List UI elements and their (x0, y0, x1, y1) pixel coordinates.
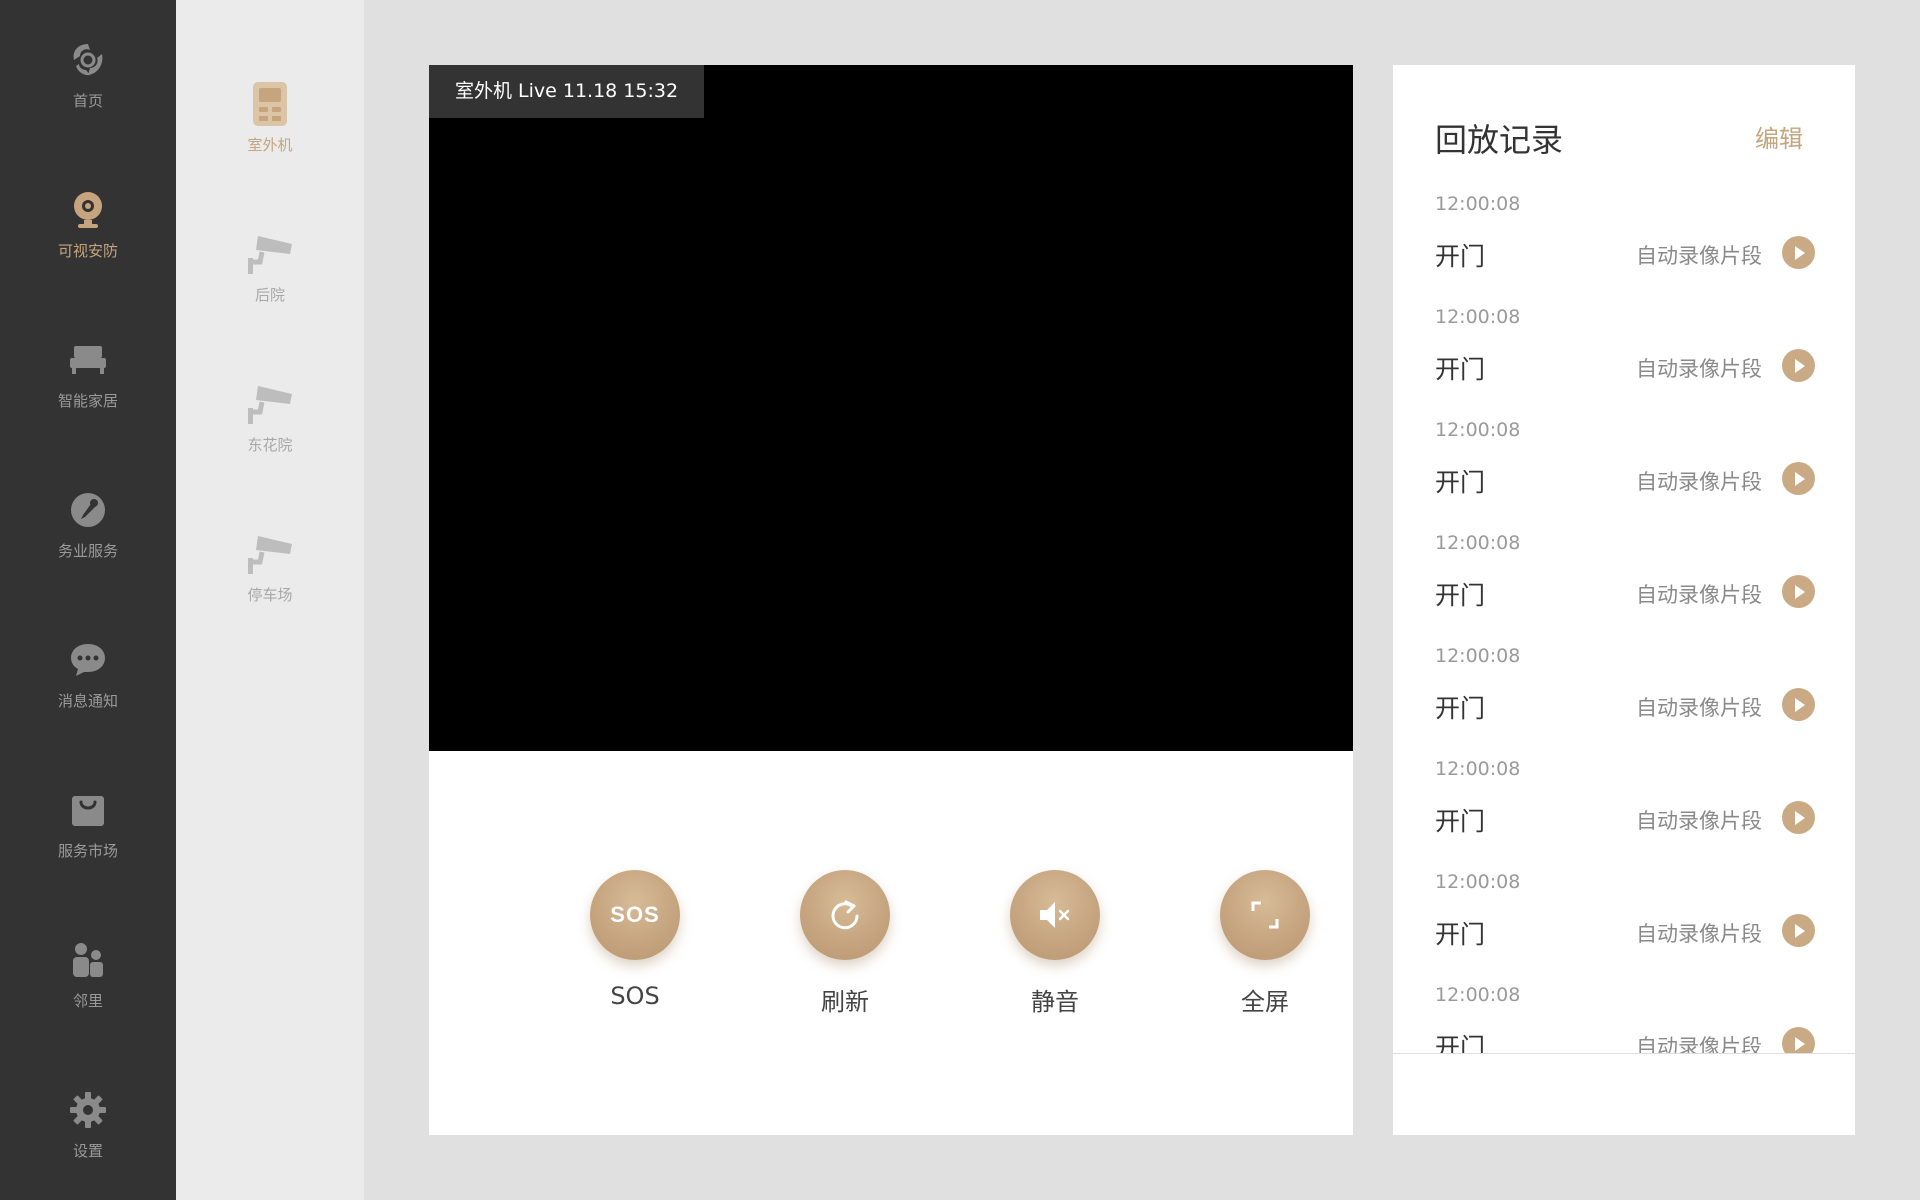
bed-icon (66, 338, 110, 382)
live-status-label: 室外机 Live 11.18 15:32 (429, 65, 705, 118)
record-description: 自动录像片段 (1636, 244, 1762, 268)
divider (1393, 1053, 1855, 1054)
nav-item-smart-home[interactable]: 智能家居 (0, 338, 176, 448)
record-description: 自动录像片段 (1636, 1035, 1762, 1054)
playback-record: 12:00:08 开门 自动录像片段 (1393, 183, 1855, 296)
playback-record: 12:00:08 开门 自动录像片段 (1393, 861, 1855, 974)
playback-record: 12:00:08 开门 自动录像片段 (1393, 635, 1855, 748)
fullscreen-button[interactable]: 全屏 (1205, 870, 1325, 1017)
playback-record: 12:00:08 开门 自动录像片段 (1393, 748, 1855, 861)
nav-item-service-market[interactable]: 服务市场 (0, 788, 176, 898)
nav-label-video-security: 可视安防 (57, 242, 118, 260)
main-nav: 首页 可视安防 智能家居 务业服务 消息通知 服务市场 邻里 设置 (0, 0, 176, 1200)
refresh-button[interactable]: 刷新 (785, 870, 905, 1017)
record-action: 开门 (1435, 807, 1486, 836)
record-time: 12:00:08 (1435, 193, 1521, 215)
device-label-parking-lot: 停车场 (247, 586, 293, 604)
nav-label-home: 首页 (72, 92, 103, 110)
record-time: 12:00:08 (1435, 758, 1521, 780)
gear-icon (66, 1088, 110, 1132)
record-time: 12:00:08 (1435, 645, 1521, 667)
play-icon[interactable] (1782, 236, 1815, 269)
nav-item-video-security[interactable]: 可视安防 (0, 188, 176, 298)
device-item-parking-lot[interactable]: 停车场 (176, 530, 364, 630)
sos-icon-text: SOS (610, 902, 660, 927)
wrench-icon (66, 488, 110, 532)
refresh-icon (831, 900, 859, 930)
nav-label-neighbors: 邻里 (72, 992, 103, 1010)
playback-title: 回放记录 (1435, 121, 1564, 159)
live-video-view[interactable]: 室外机 Live 11.18 15:32 (429, 65, 1353, 751)
home-logo-icon (66, 38, 110, 82)
record-action: 开门 (1435, 355, 1486, 384)
edit-button[interactable]: 编辑 (1755, 119, 1803, 154)
mute-icon (1040, 902, 1070, 928)
record-time: 12:00:08 (1435, 532, 1521, 554)
fullscreen-label: 全屏 (1241, 988, 1289, 1016)
play-icon[interactable] (1782, 575, 1815, 608)
cctv-camera-icon (246, 530, 294, 578)
nav-item-neighbors[interactable]: 邻里 (0, 938, 176, 1048)
fullscreen-icon (1251, 901, 1279, 929)
sos-icon: SOS (590, 870, 680, 960)
nav-label-property-service: 务业服务 (57, 542, 118, 560)
camera-icon (66, 188, 110, 232)
device-item-east-garden[interactable]: 东花院 (176, 380, 364, 480)
record-action: 开门 (1435, 920, 1486, 949)
device-label-backyard: 后院 (254, 286, 285, 304)
device-label-east-garden: 东花院 (247, 436, 293, 454)
nav-label-smart-home: 智能家居 (57, 392, 118, 410)
message-icon (66, 638, 110, 682)
cctv-camera-icon (246, 380, 294, 428)
device-list: 室外机 后院 东花院 停车场 (176, 0, 364, 1200)
shopping-bag-icon (66, 788, 110, 832)
playback-record: 12:00:08 开门 自动录像片段 (1393, 296, 1855, 409)
record-description: 自动录像片段 (1636, 583, 1762, 607)
play-icon[interactable] (1782, 1027, 1815, 1054)
play-icon[interactable] (1782, 349, 1815, 382)
record-description: 自动录像片段 (1636, 470, 1762, 494)
playback-panel: 回放记录 编辑 12:00:08 开门 自动录像片段 12:00:08 开门 自… (1393, 65, 1855, 1135)
record-action: 开门 (1435, 468, 1486, 497)
playback-record: 12:00:08 开门 自动录像片段 (1393, 522, 1855, 635)
nav-label-settings: 设置 (72, 1142, 103, 1160)
nav-item-home[interactable]: 首页 (0, 38, 176, 148)
playback-record: 12:00:08 开门 自动录像片段 (1393, 974, 1855, 1054)
record-action: 开门 (1435, 581, 1486, 610)
record-action: 开门 (1435, 694, 1486, 723)
people-icon (66, 938, 110, 982)
refresh-label: 刷新 (821, 988, 869, 1016)
record-action: 开门 (1435, 1033, 1486, 1054)
nav-item-property-service[interactable]: 务业服务 (0, 488, 176, 598)
nav-item-settings[interactable]: 设置 (0, 1088, 176, 1198)
mute-label: 静音 (1031, 988, 1079, 1016)
record-time: 12:00:08 (1435, 984, 1521, 1006)
device-item-outdoor-unit[interactable]: 室外机 (176, 80, 364, 180)
playback-list[interactable]: 12:00:08 开门 自动录像片段 12:00:08 开门 自动录像片段 12… (1393, 183, 1855, 1054)
device-label-outdoor-unit: 室外机 (247, 136, 293, 154)
record-description: 自动录像片段 (1636, 357, 1762, 381)
nav-label-service-market: 服务市场 (57, 842, 118, 860)
record-time: 12:00:08 (1435, 419, 1521, 441)
device-item-backyard[interactable]: 后院 (176, 230, 364, 330)
record-description: 自动录像片段 (1636, 696, 1762, 720)
nav-label-messages: 消息通知 (57, 692, 118, 710)
play-icon[interactable] (1782, 914, 1815, 947)
record-time: 12:00:08 (1435, 306, 1521, 328)
playback-record: 12:00:08 开门 自动录像片段 (1393, 409, 1855, 522)
sos-label: SOS (610, 982, 660, 1010)
play-icon[interactable] (1782, 688, 1815, 721)
record-time: 12:00:08 (1435, 871, 1521, 893)
play-icon[interactable] (1782, 462, 1815, 495)
cctv-camera-icon (246, 230, 294, 278)
play-icon[interactable] (1782, 801, 1815, 834)
sos-button[interactable]: SOS SOS (575, 870, 695, 1010)
record-description: 自动录像片段 (1636, 922, 1762, 946)
mute-button[interactable]: 静音 (995, 870, 1115, 1017)
video-panel: 室外机 Live 11.18 15:32 SOS SOS 刷新 静音 全屏 (429, 65, 1353, 1135)
record-description: 自动录像片段 (1636, 809, 1762, 833)
record-action: 开门 (1435, 242, 1486, 271)
nav-item-messages[interactable]: 消息通知 (0, 638, 176, 748)
intercom-icon (246, 80, 294, 128)
